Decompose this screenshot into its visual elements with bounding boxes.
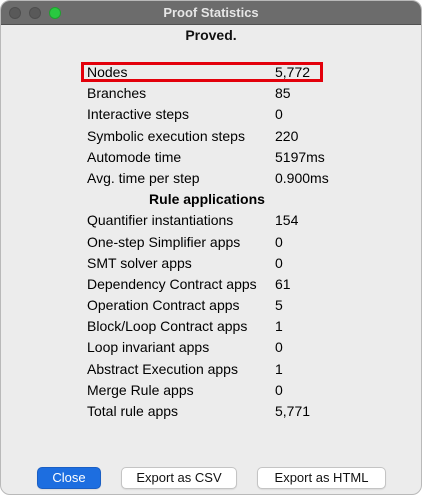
rule-row-total-rule-apps: Total rule apps 5,771: [87, 401, 337, 422]
stat-row-automode-time: Automode time 5197ms: [87, 147, 337, 168]
rule-label: Quantifier instantiations: [87, 212, 234, 229]
rule-value: 154: [275, 212, 299, 229]
rule-label: Total rule apps: [87, 403, 179, 419]
rule-row-smt-solver: SMT solver apps 0: [87, 253, 337, 274]
rule-row-quantifier-instantiations: Quantifier instantiations 154: [87, 210, 337, 231]
rule-label: Operation Contract apps: [87, 297, 240, 314]
rule-row-abstract-execution: Abstract Execution apps 1: [87, 359, 337, 380]
rule-value: 0: [275, 339, 283, 356]
rule-label: Dependency Contract apps: [87, 275, 257, 292]
stat-row-nodes: Nodes 5,772: [87, 62, 337, 83]
close-button[interactable]: Close: [37, 467, 101, 489]
rule-label: Merge Rule apps: [87, 381, 194, 398]
rule-value: 0: [275, 254, 283, 271]
rule-label: Abstract Execution apps: [87, 360, 238, 377]
proof-statistics-window: Proof Statistics Proved. Nodes 5,772 Bra…: [0, 0, 422, 495]
stat-label: Avg. time per step: [87, 169, 200, 186]
stat-row-branches: Branches 85: [87, 83, 337, 104]
stat-label: Automode time: [87, 148, 182, 165]
rule-value: 1: [275, 360, 283, 377]
rule-row-one-step-simplifier: One-step Simplifier apps 0: [87, 232, 337, 253]
statistics-table: Nodes 5,772 Branches 85 Interactive step…: [87, 62, 337, 422]
stat-label: Branches: [87, 85, 147, 102]
window-title: Proof Statistics: [163, 5, 259, 20]
stat-value: 5197ms: [275, 148, 325, 165]
stat-row-avg-time-per-step: Avg. time per step 0.900ms: [87, 168, 337, 189]
stat-value: 220: [275, 127, 299, 144]
rule-label: Block/Loop Contract apps: [87, 318, 248, 335]
rule-value: 5: [275, 297, 283, 314]
rule-label: SMT solver apps: [87, 254, 192, 271]
stat-value: 85: [275, 85, 291, 102]
rule-row-dependency-contract: Dependency Contract apps 61: [87, 274, 337, 295]
rule-row-block-loop-contract: Block/Loop Contract apps 1: [87, 316, 337, 337]
export-csv-button[interactable]: Export as CSV: [121, 467, 237, 489]
stat-value: 0: [275, 106, 283, 123]
rule-row-operation-contract: Operation Contract apps 5: [87, 295, 337, 316]
rule-row-merge-rule: Merge Rule apps 0: [87, 380, 337, 401]
rule-label: One-step Simplifier apps: [87, 233, 241, 250]
stat-value: 5,772: [275, 64, 311, 80]
stat-value: 0.900ms: [275, 169, 329, 186]
stat-label: Symbolic execution steps: [87, 127, 245, 144]
rule-label: Loop invariant apps: [87, 339, 210, 356]
title-bar[interactable]: Proof Statistics: [1, 1, 421, 25]
rule-value: 5,771: [275, 403, 311, 419]
stat-row-interactive-steps: Interactive steps 0: [87, 104, 337, 125]
rule-value: 61: [275, 275, 291, 292]
stat-label: Nodes: [87, 64, 128, 80]
rule-applications-heading: Rule applications: [149, 191, 265, 208]
rule-value: 0: [275, 233, 283, 250]
stat-label: Interactive steps: [87, 106, 189, 123]
proof-status: Proved.: [185, 27, 237, 43]
rule-row-loop-invariant: Loop invariant apps 0: [87, 337, 337, 358]
stat-row-symbolic-execution-steps: Symbolic execution steps 220: [87, 126, 337, 147]
export-html-button[interactable]: Export as HTML: [257, 467, 386, 489]
rule-value: 0: [275, 381, 283, 398]
rule-value: 1: [275, 318, 283, 335]
